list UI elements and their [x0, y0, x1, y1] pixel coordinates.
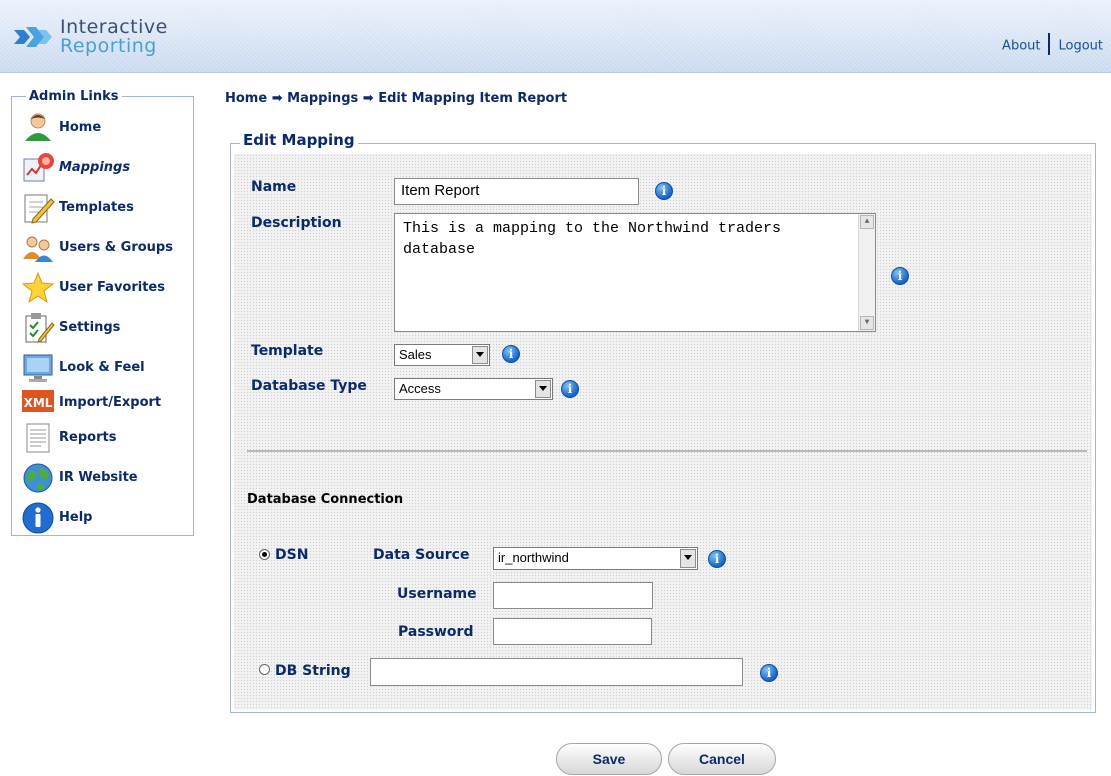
- breadcrumb-mappings[interactable]: Mappings: [287, 91, 358, 106]
- template-dropdown-arrow[interactable]: [472, 346, 488, 364]
- breadcrumb-current: Edit Mapping Item Report: [378, 91, 568, 106]
- sidebar-item-import-export[interactable]: XML Import/Export: [21, 386, 191, 420]
- sidebar-label-mappings: Mappings: [59, 160, 131, 175]
- sidebar-label-settings: Settings: [59, 320, 121, 335]
- database-connection-title: Database Connection: [247, 492, 404, 507]
- db-string-radio[interactable]: [259, 664, 270, 675]
- db-string-input[interactable]: [370, 658, 743, 686]
- breadcrumb-arrow: ➡: [271, 91, 283, 106]
- template-info-icon[interactable]: i: [502, 345, 520, 363]
- data-source-label: Data Source: [373, 547, 470, 563]
- username-input[interactable]: [493, 582, 653, 609]
- top-links: About Logout: [1002, 33, 1103, 57]
- sidebar-item-look-feel[interactable]: Look & Feel: [21, 351, 191, 385]
- scroll-up-button[interactable]: ▲: [860, 215, 874, 229]
- app-logo[interactable]: Interactive Reporting: [14, 14, 194, 58]
- edit-mapping-panel: Edit Mapping Name Item Report i Descript…: [230, 131, 1096, 713]
- link-separator: [1048, 33, 1051, 55]
- globe-icon: [23, 463, 53, 493]
- data-source-selected-value: ir_northwind: [498, 550, 569, 565]
- description-label: Description: [251, 215, 342, 231]
- sidebar-item-ir-website[interactable]: IR Website: [21, 461, 191, 495]
- description-textarea[interactable]: This is a mapping to the Northwind trade…: [394, 213, 876, 332]
- logout-link[interactable]: Logout: [1058, 39, 1103, 54]
- database-type-info-icon[interactable]: i: [561, 380, 579, 398]
- db-string-info-icon[interactable]: i: [760, 664, 778, 682]
- dsn-radio[interactable]: [259, 549, 270, 560]
- sidebar-label-ir-website: IR Website: [59, 470, 138, 485]
- xml-icon: XML: [22, 390, 54, 412]
- help-info-icon: [22, 502, 54, 534]
- description-scrollbar[interactable]: ▲ ▼: [858, 214, 875, 331]
- description-text: This is a mapping to the Northwind trade…: [403, 220, 782, 258]
- section-divider: [247, 450, 1087, 452]
- pencil-document-icon: [24, 194, 55, 224]
- database-type-dropdown-arrow[interactable]: [535, 380, 551, 398]
- star-icon: [21, 271, 55, 304]
- sidebar-label-help: Help: [59, 510, 93, 525]
- edit-mapping-title: Edit Mapping: [240, 131, 358, 149]
- save-button[interactable]: Save: [556, 743, 662, 775]
- monitor-icon: [23, 354, 53, 382]
- username-label: Username: [397, 586, 477, 602]
- password-label: Password: [398, 624, 474, 640]
- user-home-icon: [25, 113, 51, 141]
- sidebar-label-import-export: Import/Export: [59, 395, 162, 410]
- sidebar-item-reports[interactable]: Reports: [21, 421, 191, 455]
- name-label: Name: [251, 179, 297, 195]
- template-select[interactable]: Sales: [394, 344, 490, 366]
- about-link[interactable]: About: [1002, 39, 1040, 54]
- sidebar-item-user-favorites[interactable]: User Favorites: [21, 271, 191, 305]
- dsn-label: DSN: [275, 547, 309, 563]
- sidebar-label-home: Home: [59, 120, 102, 135]
- clipboard-settings-icon: [25, 313, 55, 343]
- template-label: Template: [251, 343, 324, 359]
- sidebar-item-help[interactable]: Help: [21, 501, 191, 535]
- header-bar: Interactive Reporting About Logout: [0, 0, 1111, 73]
- admin-links-title: Admin Links: [26, 89, 122, 104]
- svg-text:XML: XML: [24, 396, 53, 410]
- breadcrumb: Home ➡ Mappings ➡ Edit Mapping Item Repo…: [225, 91, 567, 106]
- users-icon: [23, 236, 53, 262]
- report-document-icon: [26, 423, 50, 453]
- description-info-icon[interactable]: i: [891, 267, 909, 285]
- breadcrumb-arrow: ➡: [362, 91, 374, 106]
- data-source-select[interactable]: ir_northwind: [493, 547, 698, 570]
- sidebar-item-mappings[interactable]: Mappings: [21, 151, 191, 185]
- sidebar-label-users-groups: Users & Groups: [59, 240, 173, 255]
- name-input[interactable]: Item Report: [394, 178, 639, 205]
- data-source-info-icon[interactable]: i: [708, 550, 726, 568]
- database-type-label: Database Type: [251, 378, 367, 394]
- sidebar-item-users-groups[interactable]: Users & Groups: [21, 231, 191, 265]
- cancel-button[interactable]: Cancel: [668, 743, 776, 775]
- sidebar-item-settings[interactable]: Settings: [21, 311, 191, 345]
- sidebar-label-reports: Reports: [59, 430, 117, 445]
- logo-arrows-icon: [14, 27, 52, 47]
- sidebar-item-home[interactable]: Home: [21, 111, 191, 145]
- sidebar-label-user-favorites: User Favorites: [59, 280, 165, 295]
- database-type-selected-value: Access: [399, 381, 441, 396]
- database-type-select[interactable]: Access: [394, 378, 553, 400]
- mappings-icon: [23, 153, 54, 182]
- sidebar-label-look-feel: Look & Feel: [59, 360, 145, 375]
- password-input[interactable]: [493, 618, 652, 645]
- sidebar-item-templates[interactable]: Templates: [21, 191, 191, 225]
- data-source-dropdown-arrow[interactable]: [680, 549, 696, 568]
- admin-links-panel: Admin Links Home Mappings Templates User…: [11, 89, 194, 536]
- sidebar-label-templates: Templates: [59, 200, 134, 215]
- db-string-label: DB String: [275, 663, 351, 679]
- scroll-down-button[interactable]: ▼: [860, 316, 874, 330]
- logo-text-line2: Reporting: [60, 35, 157, 57]
- template-selected-value: Sales: [399, 347, 432, 362]
- breadcrumb-home[interactable]: Home: [225, 91, 267, 106]
- name-info-icon[interactable]: i: [655, 182, 673, 200]
